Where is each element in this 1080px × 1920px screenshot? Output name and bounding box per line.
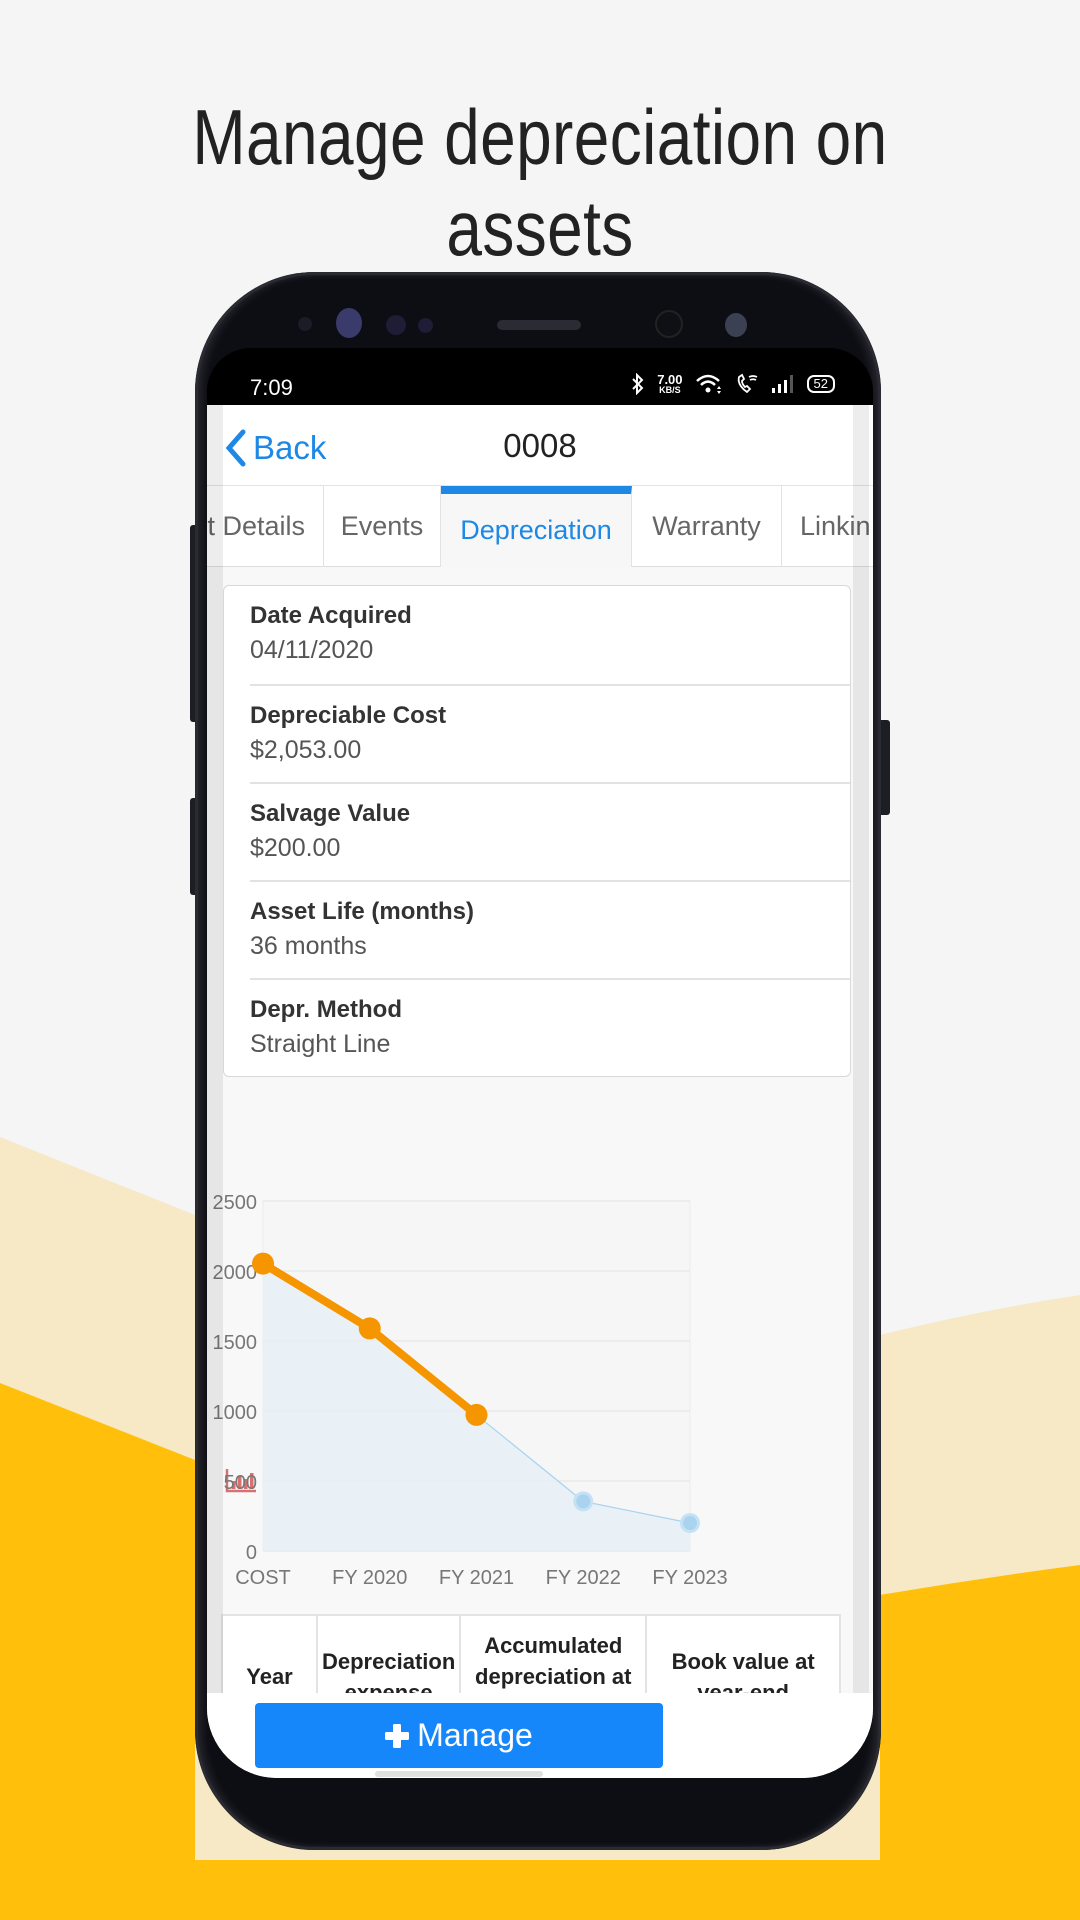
y-tick-label: 0: [246, 1542, 257, 1564]
x-tick-label: FY 2021: [439, 1567, 514, 1589]
status-bar: 7:09 7.00 KB/S 52: [207, 348, 873, 405]
proximity-sensor: [386, 315, 406, 335]
y-tick-label: 500: [224, 1472, 257, 1494]
bluetooth-icon: [632, 373, 644, 395]
net-speed: 7.00 KB/S: [657, 372, 683, 395]
depreciation-chart: 05001000150020002500COST FY 2020 FY 2021 FY…: [213, 1192, 728, 1589]
app-content: Back 0008 t Details Events Depreciation …: [207, 405, 873, 1778]
home-indicator: [375, 1771, 543, 1777]
bottom-action-bar: Manage: [207, 1693, 873, 1778]
screen-curve-right: [853, 405, 869, 1778]
earpiece-speaker: [497, 320, 581, 330]
actual-point: [358, 1317, 381, 1340]
actual-point: [465, 1403, 488, 1426]
x-tick-label: FY 2023: [652, 1567, 727, 1589]
iris-camera: [725, 313, 747, 337]
front-camera-icon: [655, 310, 683, 338]
manage-button[interactable]: Manage: [255, 1703, 663, 1768]
sensor-dot: [298, 317, 312, 331]
plus-icon: [385, 1723, 410, 1748]
phone-screen: 7:09 7.00 KB/S 52 Back 0008 t Details Ev…: [207, 348, 873, 1778]
battery-icon: 52: [806, 375, 835, 393]
x-tick-label: FY 2020: [332, 1567, 407, 1589]
x-tick-label: COST: [235, 1567, 291, 1589]
iris-sensor: [336, 308, 362, 338]
actual-point: [252, 1252, 274, 1275]
page-headline: Manage depreciation on assets: [192, 93, 888, 272]
wifi-call-icon: [737, 373, 757, 394]
signal-icon: [771, 375, 793, 393]
projected-point: [683, 1516, 697, 1530]
status-time: 7:09: [250, 375, 293, 400]
light-sensor: [418, 318, 433, 333]
wifi-icon: [695, 374, 721, 394]
x-tick-label: FY 2022: [546, 1567, 621, 1589]
screen-curve-left: [207, 405, 223, 1778]
projected-point: [576, 1494, 591, 1509]
